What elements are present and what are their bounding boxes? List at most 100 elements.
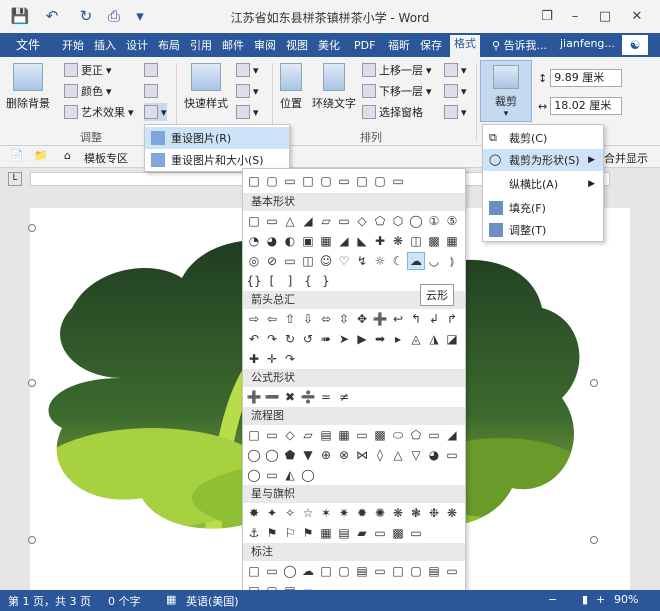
shape-item[interactable]: ▭ — [372, 563, 388, 579]
selection-pane-button[interactable]: 选择窗格 — [362, 103, 423, 121]
shape-item[interactable]: ▭ — [444, 563, 460, 579]
shape-item[interactable]: □ — [300, 173, 316, 189]
shape-item[interactable]: ◣ — [354, 233, 370, 249]
shape-item[interactable]: ➤ — [336, 331, 352, 347]
shape-item[interactable]: ▦ — [336, 427, 352, 443]
shape-item[interactable]: ◯ — [246, 447, 262, 463]
shape-item[interactable]: □ — [354, 173, 370, 189]
shape-item[interactable]: ✦ — [264, 505, 280, 521]
shape-item[interactable]: ▭ — [372, 525, 388, 541]
crop-button[interactable]: 裁剪 ▾ — [480, 60, 532, 122]
folder-icon[interactable]: 📁 — [34, 149, 48, 162]
position-button[interactable]: 位置 — [280, 63, 302, 111]
bring-forward-button[interactable]: 上移一层 ▾ — [362, 61, 432, 79]
resize-handle[interactable] — [590, 379, 598, 387]
tab-pdf[interactable]: PDF — [350, 37, 379, 55]
proofing-icon[interactable]: ▦ — [166, 593, 176, 606]
shape-item[interactable]: ⑨ — [462, 213, 466, 229]
resize-handle[interactable] — [590, 536, 598, 544]
shape-item[interactable]: ▰ — [354, 525, 370, 541]
shape-item[interactable]: ◮ — [426, 331, 442, 347]
shape-item[interactable]: ▣ — [300, 233, 316, 249]
shape-item[interactable]: ➡ — [372, 331, 388, 347]
shape-item[interactable]: ▭ — [354, 427, 370, 443]
shape-item[interactable]: ▭ — [264, 563, 280, 579]
shape-item[interactable]: ✖ — [282, 389, 298, 405]
shape-item[interactable]: ▤ — [426, 563, 442, 579]
print-preview-icon[interactable]: ⎙ — [104, 6, 124, 26]
tab-beautify[interactable]: 美化 — [314, 37, 344, 55]
tell-me-search[interactable]: ⚲ 告诉我... — [488, 37, 551, 55]
shape-item[interactable]: ◫ — [300, 253, 316, 269]
close-icon[interactable]: ✕ — [624, 4, 650, 28]
shape-item[interactable]: ⊕ — [318, 447, 334, 463]
shape-item[interactable]: } — [318, 273, 334, 289]
shape-item[interactable]: □ — [246, 173, 262, 189]
tab-file[interactable]: 文件 — [0, 33, 56, 57]
resize-handle[interactable] — [28, 224, 36, 232]
shape-item[interactable]: ▢ — [336, 563, 352, 579]
shape-item[interactable]: {} — [246, 273, 262, 289]
shape-item[interactable]: □ — [246, 213, 262, 229]
shape-item[interactable]: ✺ — [372, 505, 388, 521]
zoom-slider[interactable]: ▮ — [582, 593, 588, 606]
shape-item[interactable]: ▭ — [264, 467, 280, 483]
reset-picture-button[interactable]: ▾ — [144, 103, 167, 121]
home-icon[interactable]: ⌂ — [64, 149, 71, 162]
maximize-icon[interactable]: □ — [592, 4, 618, 28]
shape-item[interactable]: ✚ — [246, 351, 262, 367]
tab-layout[interactable]: 布局 — [154, 37, 184, 55]
width-spinner[interactable]: ↔ 18.02 厘米 — [538, 97, 623, 115]
resize-handle[interactable] — [28, 536, 36, 544]
shape-item[interactable]: ▭ — [336, 213, 352, 229]
shape-item[interactable]: ⊗ — [336, 447, 352, 463]
shape-item[interactable]: □ — [246, 427, 262, 443]
merge-display-button[interactable]: 合并显示 — [604, 150, 648, 166]
shape-item[interactable]: ◯ — [300, 467, 316, 483]
page-count[interactable]: 第 1 页，共 3 页 — [8, 593, 91, 609]
shape-item[interactable]: ▽ — [408, 447, 424, 463]
compress-pictures-button[interactable] — [144, 61, 158, 79]
shape-item[interactable]: ▤ — [336, 525, 352, 541]
shape-item[interactable]: ◕ — [264, 233, 280, 249]
document-icon[interactable]: 📄 — [10, 149, 24, 162]
shape-item[interactable]: ⚑ — [264, 525, 280, 541]
picture-effects-button[interactable]: ▾ — [236, 82, 259, 100]
shape-item[interactable]: ⇨ — [246, 311, 262, 327]
shape-item[interactable]: ◇ — [282, 427, 298, 443]
color-button[interactable]: 颜色 ▾ — [64, 82, 112, 100]
user-name[interactable]: jianfeng... — [560, 37, 615, 50]
shape-item[interactable]: △ — [390, 447, 406, 463]
shape-item[interactable]: ▦ — [444, 233, 460, 249]
tab-home[interactable]: 开始 — [58, 37, 88, 55]
shape-item[interactable]: ▭ — [264, 427, 280, 443]
shape-item[interactable]: ↱ — [444, 311, 460, 327]
shape-item[interactable]: ❋ — [390, 233, 406, 249]
picture-layout-button[interactable]: ▾ — [236, 103, 259, 121]
tab-format[interactable]: 格式 — [450, 35, 480, 57]
shape-item[interactable]: ↰ — [408, 311, 424, 327]
shape-item[interactable]: ☺ — [318, 253, 334, 269]
shape-item[interactable]: ◪ — [444, 331, 460, 347]
shape-item[interactable]: ◡ — [426, 253, 442, 269]
reset-picture-item[interactable]: 重设图片(R) — [145, 127, 289, 149]
shape-item[interactable]: ◊ — [372, 447, 388, 463]
cloud-shape-icon[interactable]: ☁ — [407, 252, 425, 270]
shape-item[interactable]: ▶ — [354, 331, 370, 347]
shape-item[interactable]: ↶ — [246, 331, 262, 347]
tab-references[interactable]: 引用 — [186, 37, 216, 55]
language-indicator[interactable]: 英语(美国) — [186, 593, 239, 609]
corrections-button[interactable]: 更正 ▾ — [64, 61, 112, 79]
shape-item[interactable]: ↺ — [300, 331, 316, 347]
fill-item[interactable]: 填充(F) — [483, 197, 603, 219]
shape-item[interactable]: ≠ — [336, 389, 352, 405]
restore-icon[interactable]: ❐ — [534, 4, 560, 28]
shape-item[interactable]: ◎ — [246, 253, 262, 269]
shape-item[interactable]: ◢ — [336, 233, 352, 249]
shape-item[interactable]: ◭ — [282, 467, 298, 483]
height-input[interactable]: 9.89 厘米 — [550, 69, 623, 87]
zoom-in-icon[interactable]: + — [596, 593, 605, 606]
shape-item[interactable]: ⬄ — [318, 311, 334, 327]
shape-item[interactable]: ☼ — [372, 253, 388, 269]
shape-item[interactable]: ⚑ — [300, 525, 316, 541]
